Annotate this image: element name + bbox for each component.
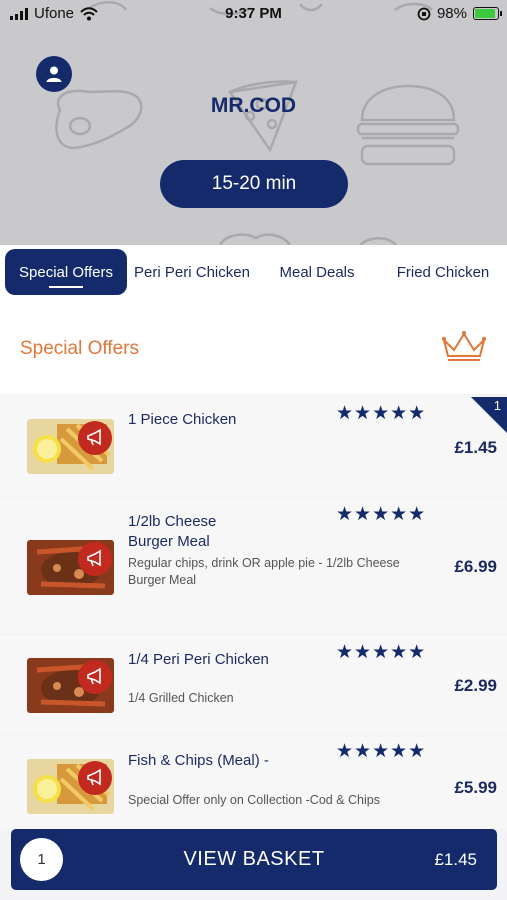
menu-item-peri-peri-chicken[interactable]: 1/4 Peri Peri Chicken 1/4 Grilled Chicke… [0,636,507,734]
menu-item-1-piece-chicken[interactable]: 1 Piece Chicken ★★★★★ £1.45 1 [0,397,507,495]
tab-special-offers[interactable]: Special Offers [5,249,127,295]
menu-item-cheese-burger-meal[interactable]: 1/2lb Cheese Burger Meal Regular chips, … [0,498,507,633]
item-description: 1/4 Grilled Chicken [128,691,234,705]
item-image [27,540,114,595]
section-title: Special Offers [20,338,139,359]
battery-icon [473,7,502,20]
restaurant-name: MR.COD [210,94,297,117]
item-image [27,658,114,713]
megaphone-icon [87,549,101,567]
megaphone-icon [87,428,101,446]
item-price: £2.99 [454,676,497,695]
profile-button[interactable] [36,56,72,92]
item-price: £1.45 [454,438,497,457]
orientation-lock-icon [417,7,431,20]
tab-meal-deals[interactable]: Meal Deals [262,249,372,295]
basket-count-corner [471,397,507,433]
item-name: 1/2lb Cheese Burger Meal [128,513,217,550]
rating-stars: ★★★★★ [336,403,427,424]
item-description: Special Offer only on Collection -Cod & … [128,793,380,807]
offer-badge [78,421,112,455]
megaphone-icon [87,768,101,786]
rating-stars: ★★★★★ [336,504,427,525]
battery-percent: 98% [436,5,467,22]
tab-fried-chicken[interactable]: Fried Chicken [385,249,501,295]
restaurant-header: Ufone 9:37 PM 98% MR.COD 15-20 min [0,0,507,245]
item-price: £6.99 [454,557,497,576]
item-name: 1/4 Peri Peri Chicken [128,651,269,668]
category-tabs: Special Offers Peri Peri Chicken Meal De… [0,245,507,298]
crown-icon [442,331,486,361]
delivery-time-button[interactable]: 15-20 min [160,160,348,208]
rating-stars: ★★★★★ [336,741,427,762]
menu-item-fish-and-chips[interactable]: Fish & Chips (Meal) - Special Offer only… [0,737,507,829]
basket-label: VIEW BASKET [183,848,325,870]
offer-badge [78,542,112,576]
section-header: Special Offers [0,298,507,394]
offer-badge [78,761,112,795]
rating-stars: ★★★★★ [336,642,427,663]
tab-peri-peri-chicken[interactable]: Peri Peri Chicken [128,249,256,295]
item-name: Fish & Chips (Meal) - [128,752,269,769]
food-doodle-background [55,1,460,245]
view-basket-button[interactable]: 1 VIEW BASKET £1.45 [11,829,497,890]
item-image [27,419,114,474]
basket-total: £1.45 [434,850,477,869]
user-icon [46,66,62,82]
item-price: £5.99 [454,778,497,797]
item-description: Regular chips, drink OR apple pie - 1/2l… [128,556,400,587]
basket-count: 1 [493,398,501,413]
status-bar: Ufone 9:37 PM 98% [0,0,507,28]
offer-badge [78,660,112,694]
megaphone-icon [87,667,101,685]
item-image [27,759,114,814]
item-name: 1 Piece Chicken [128,411,237,428]
